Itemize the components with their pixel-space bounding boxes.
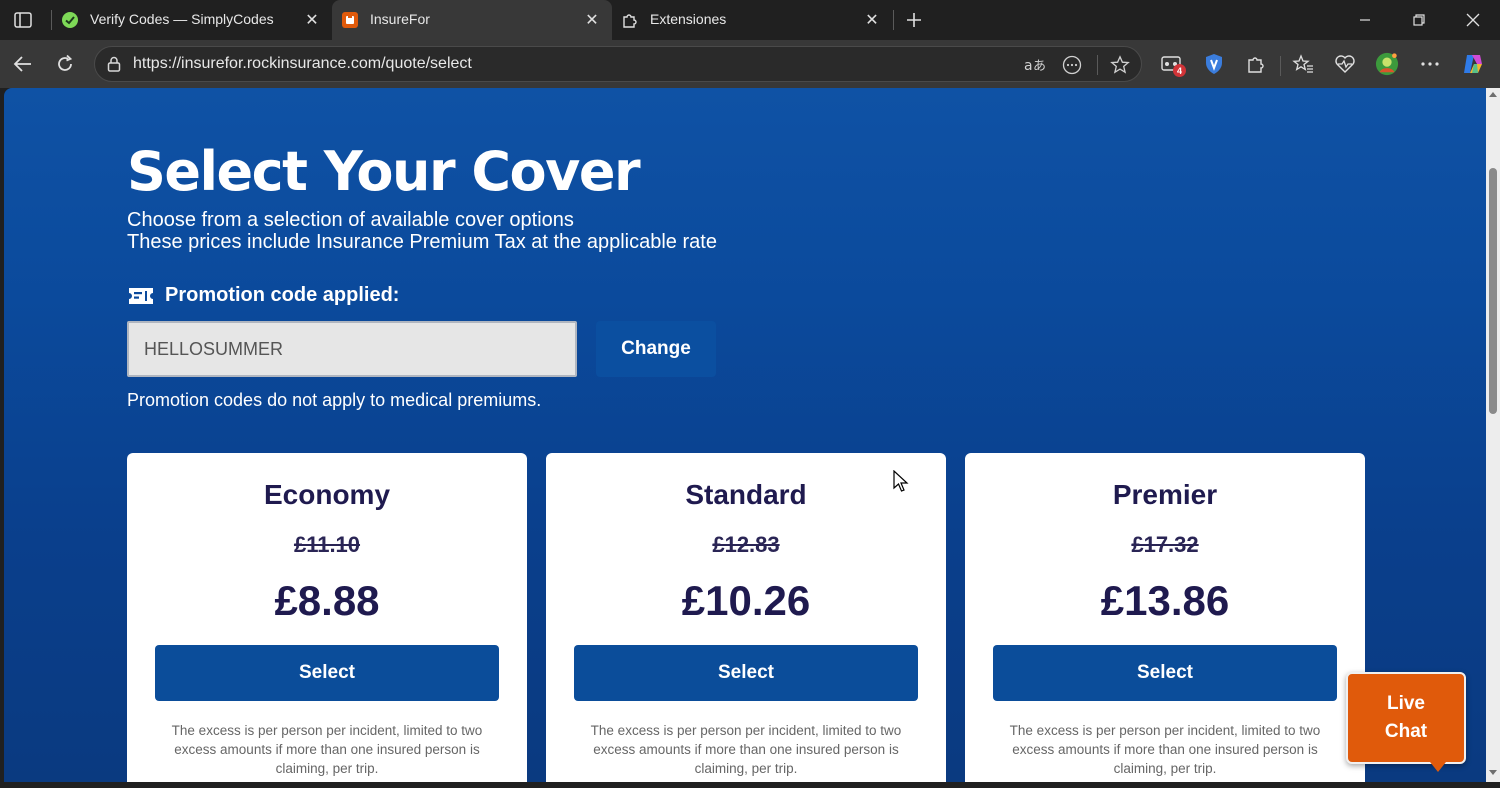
browser-essentials-icon[interactable] xyxy=(1333,52,1357,76)
plan-card-standard: Standard £12.83 £10.26 Select The excess… xyxy=(546,453,946,782)
plan-card-premier: Premier £17.32 £13.86 Select The excess … xyxy=(965,453,1365,782)
close-tab-icon[interactable]: ✕ xyxy=(302,10,322,30)
shield-icon[interactable] xyxy=(1202,52,1226,76)
page-title: Select Your Cover xyxy=(127,140,641,203)
plan-card-economy: Economy £11.10 £8.88 Select The excess i… xyxy=(127,453,527,782)
plan-name: Standard xyxy=(685,479,807,510)
plan-name: Premier xyxy=(1112,479,1218,510)
plan-price: £8.88 xyxy=(274,577,380,624)
promo-heading: Promotion code applied: xyxy=(128,284,399,307)
change-promo-button[interactable]: Change xyxy=(596,321,716,377)
close-window-icon[interactable] xyxy=(1446,0,1500,40)
window-bottom-edge xyxy=(0,782,1500,788)
live-chat-line-1: Live xyxy=(1386,693,1425,714)
copilot-icon[interactable] xyxy=(1461,52,1485,76)
more-options-circle-icon[interactable] xyxy=(1061,54,1083,76)
scroll-down-arrow-icon[interactable] xyxy=(1489,770,1497,775)
more-menu-icon[interactable] xyxy=(1418,52,1442,76)
omnibox-separator xyxy=(1097,55,1098,75)
tab-insurefor[interactable]: InsureFor ✕ xyxy=(332,0,612,40)
subtitle-line-2: These prices include Insurance Premium T… xyxy=(127,231,717,253)
page-content: Select Your Cover Choose from a selectio… xyxy=(4,88,1486,782)
extension-badge: 4 xyxy=(1173,64,1186,77)
close-tab-icon[interactable]: ✕ xyxy=(862,10,882,30)
promo-code-input[interactable] xyxy=(127,321,577,377)
plan-old-price: £11.10 xyxy=(293,532,361,557)
select-economy-button[interactable]: Select xyxy=(155,645,499,701)
ticket-icon xyxy=(129,287,153,304)
plan-excess-note: The excess is per person per incident, l… xyxy=(171,723,483,776)
promo-heading-text: Promotion code applied: xyxy=(165,284,400,306)
tab-title: Verify Codes — SimplyCodes xyxy=(90,11,274,27)
extension-icon[interactable]: 4 xyxy=(1159,52,1186,77)
favorite-star-icon[interactable] xyxy=(1109,54,1131,76)
live-chat-line-2: Chat xyxy=(1384,721,1428,742)
minimize-icon[interactable] xyxy=(1338,0,1392,40)
plan-old-price: £12.83 xyxy=(712,532,780,557)
scrollbar-thumb[interactable] xyxy=(1489,168,1497,414)
address-bar[interactable]: https://insurefor.rockinsurance.com/quot… xyxy=(94,46,1142,82)
url-text[interactable]: https://insurefor.rockinsurance.com/quot… xyxy=(133,55,472,73)
profile-avatar[interactable] xyxy=(1375,52,1399,76)
extensions-puzzle-icon[interactable] xyxy=(1244,52,1268,76)
scroll-up-arrow-icon[interactable] xyxy=(1489,92,1497,97)
tab-simplycodes[interactable]: Verify Codes — SimplyCodes ✕ xyxy=(52,0,332,40)
tab-extensions[interactable]: Extensiones ✕ xyxy=(612,0,892,40)
subtitle-line-1: Choose from a selection of available cov… xyxy=(127,209,574,231)
page-scrollbar[interactable] xyxy=(1486,88,1500,782)
refresh-icon[interactable] xyxy=(51,50,79,78)
restore-icon[interactable] xyxy=(1392,0,1446,40)
select-premier-button[interactable]: Select xyxy=(993,645,1337,701)
plan-name: Economy xyxy=(263,479,391,510)
browser-toolbar: https://insurefor.rockinsurance.com/quot… xyxy=(0,40,1500,88)
toolbar-separator xyxy=(1280,56,1281,76)
browser-tab-bar: Verify Codes — SimplyCodes ✕ InsureFor ✕… xyxy=(0,0,1500,40)
tab-separator xyxy=(893,10,894,30)
tab-title: Extensiones xyxy=(650,11,727,27)
new-tab-icon[interactable] xyxy=(900,6,928,34)
plan-old-price: £17.32 xyxy=(1131,532,1199,557)
plan-price: £10.26 xyxy=(681,577,811,624)
select-standard-button[interactable]: Select xyxy=(574,645,918,701)
tab-title: InsureFor xyxy=(370,11,430,27)
plan-excess-note: The excess is per person per incident, l… xyxy=(590,723,902,776)
plan-price: £13.86 xyxy=(1100,577,1230,624)
svg-text:a: a xyxy=(1024,58,1033,74)
promo-note: Promotion codes do not apply to medical … xyxy=(127,390,542,410)
insurefor-icon xyxy=(340,10,360,30)
svg-text:あ: あ xyxy=(1033,59,1045,74)
chat-bubble-tail xyxy=(1430,762,1446,772)
extensions-icon xyxy=(620,10,640,30)
mouse-cursor-icon xyxy=(893,470,909,492)
simplycodes-icon xyxy=(60,10,80,30)
back-icon[interactable] xyxy=(9,50,37,78)
lock-icon[interactable] xyxy=(105,55,123,73)
favorites-icon[interactable] xyxy=(1291,52,1315,76)
read-aloud-icon[interactable]: aあ xyxy=(1023,54,1045,76)
live-chat-button[interactable]: Live Chat xyxy=(1346,672,1466,772)
close-tab-icon[interactable]: ✕ xyxy=(582,10,602,30)
tab-actions-icon[interactable] xyxy=(8,6,38,34)
plan-excess-note: The excess is per person per incident, l… xyxy=(1009,723,1321,776)
